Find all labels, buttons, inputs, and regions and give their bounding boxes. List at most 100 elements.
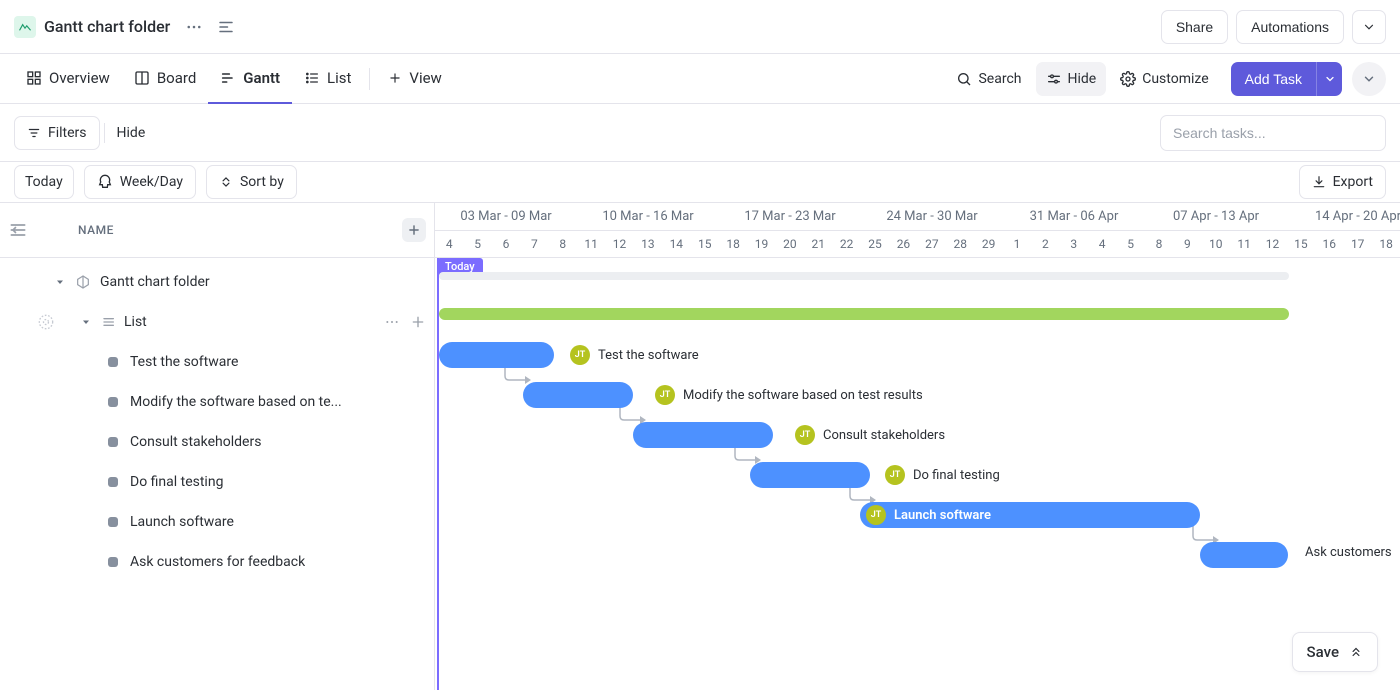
more-icon[interactable]: [180, 13, 208, 41]
add-task-chevron[interactable]: [1316, 62, 1342, 96]
search-input[interactable]: [1160, 115, 1386, 151]
hide-button[interactable]: Hide: [1036, 62, 1107, 96]
day-label: 3: [1060, 237, 1088, 251]
gantt-main: NAME Gantt chart folder: [0, 202, 1400, 690]
automations-chevron[interactable]: [1352, 10, 1386, 44]
chevron-double-up-icon: [1349, 645, 1363, 659]
day-label: 29: [974, 237, 1002, 251]
task-row[interactable]: Test the software: [0, 342, 434, 382]
tab-board[interactable]: Board: [122, 54, 208, 104]
day-label: 15: [691, 237, 719, 251]
day-label: 16: [1315, 237, 1343, 251]
day-label: 22: [832, 237, 860, 251]
task-row[interactable]: Do final testing: [0, 462, 434, 502]
automations-button[interactable]: Automations: [1236, 10, 1344, 44]
status-dot: [108, 357, 118, 367]
summary-placeholder-bar: [439, 272, 1289, 280]
outdent-icon[interactable]: [212, 13, 240, 41]
today-button[interactable]: Today: [14, 165, 74, 199]
week-label: 10 Mar - 16 Mar: [577, 209, 719, 224]
week-label: 17 Mar - 23 Mar: [719, 209, 861, 224]
day-label: 27: [918, 237, 946, 251]
sidebar-header: NAME: [0, 202, 434, 258]
gantt-icon: [220, 70, 236, 86]
day-label: 28: [946, 237, 974, 251]
day-label: 5: [1116, 237, 1144, 251]
weekday-button[interactable]: Week/Day: [84, 165, 196, 199]
task-row[interactable]: Modify the software based on te...: [0, 382, 434, 422]
folder-row[interactable]: Gantt chart folder: [0, 262, 434, 302]
folder-icon: [14, 16, 36, 38]
day-label: 20: [776, 237, 804, 251]
gantt-bar[interactable]: JT Launch software: [860, 502, 1200, 528]
day-label: 6: [492, 237, 520, 251]
summary-bar[interactable]: [439, 308, 1289, 320]
task-row[interactable]: Consult stakeholders: [0, 422, 434, 462]
sortby-button[interactable]: Sort by: [206, 165, 297, 199]
list-more-icon[interactable]: [384, 314, 400, 330]
hide-link[interactable]: Hide: [109, 125, 154, 141]
tab-gantt[interactable]: Gantt: [208, 54, 292, 104]
plus-icon: [388, 71, 402, 85]
gantt-bar-label: JT Do final testing: [885, 465, 1000, 485]
day-label: 4: [1088, 237, 1116, 251]
gantt-bar[interactable]: [1200, 542, 1288, 568]
search-button[interactable]: Search: [946, 62, 1031, 96]
day-label: 21: [804, 237, 832, 251]
gantt-bar[interactable]: [439, 342, 554, 368]
name-column-header: NAME: [78, 223, 114, 237]
list-add-icon[interactable]: [410, 314, 426, 330]
day-label: 9: [1173, 237, 1201, 251]
chevron-down-icon[interactable]: [52, 276, 68, 288]
day-label: 18: [719, 237, 747, 251]
status-dot: [108, 437, 118, 447]
day-label: 25: [861, 237, 889, 251]
topbar: Gantt chart folder Share Automations: [0, 0, 1400, 54]
tab-overview[interactable]: Overview: [14, 54, 122, 104]
week-label: 07 Apr - 13 Apr: [1145, 209, 1287, 224]
week-label: 03 Mar - 09 Mar: [435, 209, 577, 224]
avatar: JT: [866, 505, 886, 525]
tab-addview[interactable]: View: [376, 54, 453, 104]
share-button[interactable]: Share: [1161, 10, 1228, 44]
more-menu-button[interactable]: [1352, 62, 1386, 96]
avatar: JT: [795, 425, 815, 445]
gantt-toolbar: Today Week/Day Sort by Export: [0, 162, 1400, 202]
add-column-button[interactable]: [402, 218, 426, 242]
save-button[interactable]: Save: [1292, 632, 1378, 672]
folder-outline-icon: [74, 273, 92, 291]
customize-button[interactable]: Customize: [1110, 62, 1218, 96]
day-label: 8: [1145, 237, 1173, 251]
board-icon: [134, 70, 150, 86]
day-label: 5: [463, 237, 491, 251]
day-label: 14: [662, 237, 690, 251]
filters-button[interactable]: Filters: [14, 116, 100, 150]
collapse-sidebar-icon[interactable]: [8, 220, 28, 240]
day-label: 18: [1372, 237, 1400, 251]
list-icon: [100, 314, 116, 330]
chevron-down-icon[interactable]: [78, 316, 94, 328]
day-label: 19: [747, 237, 775, 251]
day-label: 10: [1202, 237, 1230, 251]
gantt-bar[interactable]: [750, 462, 870, 488]
task-row[interactable]: Launch software: [0, 502, 434, 542]
day-label: 8: [549, 237, 577, 251]
avatar: JT: [655, 385, 675, 405]
day-label: 2: [1031, 237, 1059, 251]
gantt-bar[interactable]: [523, 382, 633, 408]
list-icon: [304, 70, 320, 86]
task-row[interactable]: Ask customers for feedback: [0, 542, 434, 582]
tab-list[interactable]: List: [292, 54, 363, 104]
status-dot: [108, 397, 118, 407]
list-row[interactable]: List: [0, 302, 434, 342]
day-label: 11: [577, 237, 605, 251]
status-dot: [108, 517, 118, 527]
export-button[interactable]: Export: [1299, 165, 1386, 199]
timeline[interactable]: 03 Mar - 09 Mar10 Mar - 16 Mar17 Mar - 2…: [435, 202, 1400, 690]
gantt-bar[interactable]: [633, 422, 773, 448]
folder-chip[interactable]: Gantt chart folder: [14, 16, 170, 38]
avatar: JT: [570, 345, 590, 365]
add-task-button[interactable]: Add Task: [1231, 62, 1316, 96]
filter-bar: Filters Hide: [0, 104, 1400, 162]
gantt-bar-label: JT Consult stakeholders: [795, 425, 945, 445]
